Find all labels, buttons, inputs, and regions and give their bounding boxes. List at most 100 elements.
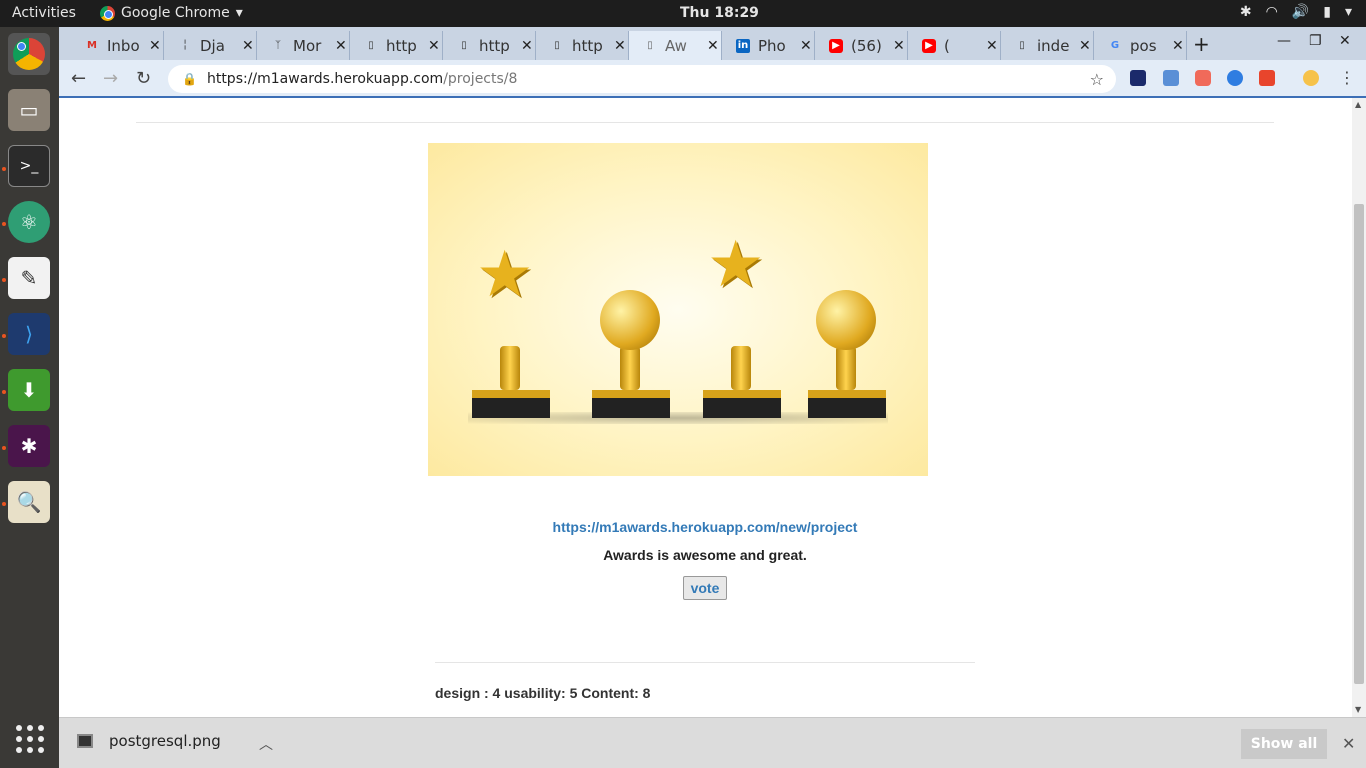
minimize-icon[interactable]: —: [1277, 33, 1291, 49]
project-link[interactable]: https://m1awards.herokuapp.com/new/proje…: [553, 519, 858, 535]
new-tab-button[interactable]: +: [1193, 32, 1210, 56]
tab-title: (56): [851, 36, 882, 55]
system-tray[interactable]: ✱ ◠ 🔊 ▮ ▾: [1240, 4, 1352, 20]
close-icon[interactable]: ✕: [149, 38, 161, 54]
page-content: ★ ★ https://m1awards.herokuapp.com/new/p…: [59, 98, 1352, 717]
image-viewer-dock-icon[interactable]: 🔍: [8, 481, 50, 523]
tab-title: Inbo: [107, 36, 140, 55]
tab-strip: M Inbo ✕ ╎ Dja ✕ ᛉ Mor ✕ ▯ http ✕ ▯ http…: [59, 27, 1366, 60]
volume-icon[interactable]: 🔊: [1292, 4, 1309, 20]
extension-icon[interactable]: [1259, 70, 1275, 86]
lock-icon[interactable]: 🔒: [182, 72, 197, 86]
forward-arrow-icon[interactable]: →: [103, 68, 118, 89]
text-editor-dock-icon[interactable]: ✎: [8, 257, 50, 299]
page-icon: ▯: [368, 40, 374, 51]
divider: [136, 122, 1274, 123]
tab-youtube-2[interactable]: ▶ ( ✕: [908, 31, 1001, 60]
tab-awwards-active[interactable]: ▯ Aw ✕: [629, 31, 722, 60]
tab-http-3[interactable]: ▯ http ✕: [536, 31, 629, 60]
vote-button[interactable]: vote: [682, 576, 728, 600]
close-icon[interactable]: ✕: [893, 38, 905, 54]
tab-django[interactable]: ╎ Dja ✕: [164, 31, 257, 60]
trophy-star: ★: [470, 218, 550, 418]
atom-dock-icon[interactable]: ⚛: [8, 201, 50, 243]
close-icon[interactable]: ✕: [428, 38, 440, 54]
url-path: /projects/8: [443, 71, 518, 87]
extension-icon[interactable]: [1163, 70, 1179, 86]
page-icon: ▯: [1019, 40, 1025, 51]
chevron-up-icon[interactable]: ︿: [259, 734, 273, 754]
profile-avatar[interactable]: [1303, 70, 1319, 86]
scroll-up-icon[interactable]: ▲: [1355, 100, 1361, 109]
wifi-icon[interactable]: ◠: [1266, 4, 1278, 20]
tab-http-2[interactable]: ▯ http ✕: [443, 31, 536, 60]
clock[interactable]: Thu 18:29: [680, 5, 759, 21]
close-icon[interactable]: ✕: [707, 38, 719, 54]
close-icon[interactable]: ✕: [1079, 38, 1091, 54]
tab-title: Dja: [200, 36, 225, 55]
close-icon[interactable]: ✕: [614, 38, 626, 54]
chevron-down-icon: ▾: [235, 5, 243, 21]
extension-icon[interactable]: [1130, 70, 1146, 86]
linkedin-icon: in: [736, 38, 750, 53]
mongoose-icon: ᛉ: [275, 40, 281, 51]
slack-dock-icon[interactable]: ✱: [8, 425, 50, 467]
page-icon: ▯: [461, 40, 467, 51]
url-host: https://m1awards.herokuapp.com: [206, 71, 444, 87]
chevron-down-icon[interactable]: ▾: [1345, 4, 1352, 20]
download-manager-dock-icon[interactable]: ⬇: [8, 369, 50, 411]
bookmark-star-icon[interactable]: ☆: [1090, 70, 1104, 89]
tab-http-1[interactable]: ▯ http ✕: [350, 31, 443, 60]
slack-tray-icon[interactable]: ✱: [1240, 4, 1252, 20]
tab-youtube-1[interactable]: ▶ (56) ✕: [815, 31, 908, 60]
download-shelf: postgresql.png ︿ Show all ✕: [59, 717, 1366, 768]
running-indicator: [2, 278, 6, 282]
browser-toolbar: ← → ↻ 🔒 https://m1awards.herokuapp.com/p…: [59, 60, 1366, 98]
extension-icon[interactable]: [1195, 70, 1211, 86]
show-applications-icon[interactable]: [16, 725, 44, 753]
page-icon: ▯: [554, 40, 560, 51]
terminal-dock-icon[interactable]: >_: [8, 145, 50, 187]
battery-icon[interactable]: ▮: [1323, 4, 1331, 20]
project-link-container: https://m1awards.herokuapp.com/new/proje…: [428, 517, 982, 536]
close-icon[interactable]: ✕: [1172, 38, 1184, 54]
tab-mongoose[interactable]: ᛉ Mor ✕: [257, 31, 350, 60]
close-window-icon[interactable]: ✕: [1339, 33, 1351, 49]
vscode-dock-icon[interactable]: ⟩: [8, 313, 50, 355]
tab-title: (: [944, 36, 950, 55]
restore-icon[interactable]: ❐: [1309, 33, 1322, 49]
address-bar[interactable]: 🔒 https://m1awards.herokuapp.com/project…: [168, 65, 1116, 93]
close-icon[interactable]: ✕: [335, 38, 347, 54]
tab-google[interactable]: G pos ✕: [1094, 31, 1187, 60]
youtube-icon: ▶: [829, 38, 843, 53]
scroll-down-icon[interactable]: ▼: [1355, 705, 1361, 714]
close-icon[interactable]: ✕: [521, 38, 533, 54]
close-icon[interactable]: ✕: [242, 38, 254, 54]
files-dock-icon[interactable]: ▭: [8, 89, 50, 131]
scroll-thumb[interactable]: [1354, 204, 1364, 684]
close-icon[interactable]: ✕: [986, 38, 998, 54]
tab-title: http: [479, 36, 510, 55]
tab-title: inde: [1037, 36, 1070, 55]
app-menu[interactable]: Google Chrome ▾: [100, 5, 243, 21]
tab-title: Aw: [665, 36, 687, 55]
tab-inbox[interactable]: M Inbo ✕: [71, 31, 164, 60]
reload-icon[interactable]: ↻: [136, 68, 151, 89]
activities-button[interactable]: Activities: [12, 5, 76, 21]
trophy-best: [806, 218, 886, 418]
close-icon[interactable]: ✕: [800, 38, 812, 54]
ratings-summary: design : 4 usability: 5 Content: 8: [435, 685, 651, 701]
tab-linkedin[interactable]: in Pho ✕: [722, 31, 815, 60]
download-item[interactable]: postgresql.png: [77, 732, 221, 750]
close-icon[interactable]: ✕: [1342, 734, 1355, 753]
running-indicator: [2, 446, 6, 450]
back-arrow-icon[interactable]: ←: [71, 68, 86, 89]
show-all-button[interactable]: Show all: [1241, 729, 1327, 759]
running-indicator: [2, 334, 6, 338]
chrome-dock-icon[interactable]: [8, 33, 50, 75]
extension-icon[interactable]: [1227, 70, 1243, 86]
tab-index[interactable]: ▯ inde ✕: [1001, 31, 1094, 60]
menu-kebab-icon[interactable]: ⋮: [1339, 68, 1355, 87]
dock: ▭ >_ ⚛ ✎ ⟩ ⬇ ✱ 🔍: [0, 27, 59, 768]
page-scrollbar[interactable]: ▲ ▼: [1352, 98, 1366, 717]
